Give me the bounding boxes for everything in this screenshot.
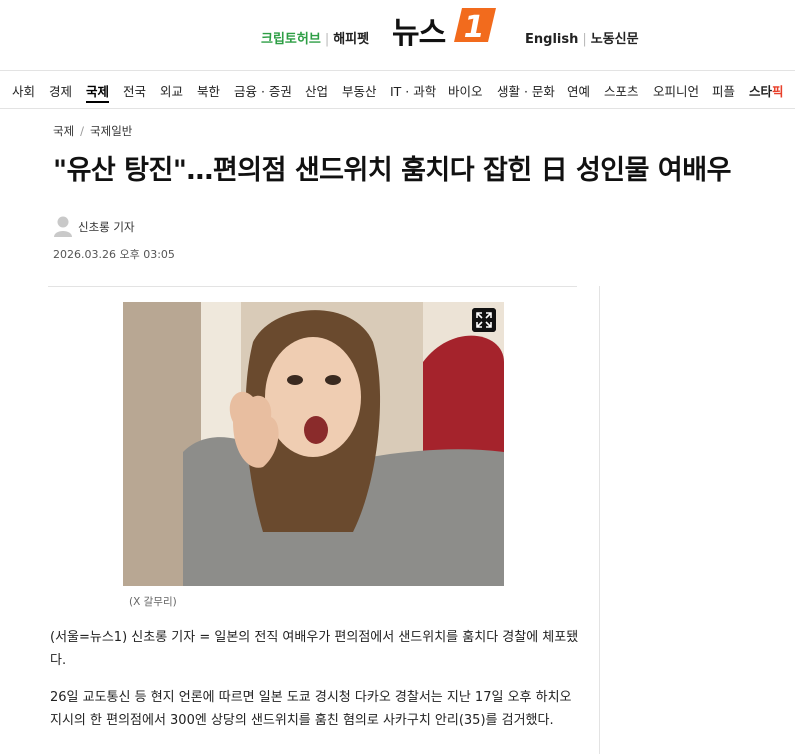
nav-item-north-korea[interactable]: 북한 [197,81,220,100]
nav-item-bio[interactable]: 바이오 [448,81,483,100]
breadcrumb-subsection[interactable]: 국제일반 [90,124,132,138]
article-paragraph: 26일 교도통신 등 현지 언론에 따르면 일본 도쿄 경시청 다카오 경찰서는… [50,690,572,728]
logo-badge-icon: 1 [454,8,496,44]
nav-item-real-estate[interactable]: 부동산 [342,81,377,100]
nav-item-society[interactable]: 사회 [12,81,35,100]
star-pick-suffix: 픽 [772,84,784,99]
author-avatar-icon [54,216,72,237]
nav-item-diplomacy[interactable]: 외교 [160,81,183,100]
article-title: "유산 탕진"…편의점 샌드위치 훔치다 잡힌 日 성인물 여배우 [53,155,731,186]
site-header: 크립토허브 | 해피펫 뉴스 1 English | 노동신문 [0,0,795,71]
nav-item-people[interactable]: 피플 [712,81,735,100]
crypto-hub-link[interactable]: 크립토허브 [261,32,321,47]
main-nav: 사회 경제 국제 전국 외교 북한 금융 · 증권 산업 부동산 IT · 과학… [0,70,795,109]
divider [48,286,577,287]
nav-item-finance[interactable]: 금융 · 증권 [234,81,292,100]
photo-caption: (X 갈무리) [129,596,177,608]
nav-item-it-science[interactable]: IT · 과학 [390,81,436,100]
nav-item-economy[interactable]: 경제 [49,81,72,100]
separator: | [324,32,330,47]
logo-badge-number: 1 [464,10,485,44]
site-logo[interactable]: 뉴스 1 [392,4,502,51]
nav-item-international[interactable]: 국제 [86,81,110,103]
star-pick-prefix: 스타 [749,84,773,99]
nav-item-entertainment[interactable]: 연예 [567,81,590,100]
nav-item-life-culture[interactable]: 생활 · 문화 [497,81,555,100]
nav-item-national[interactable]: 전국 [123,81,146,100]
nav-item-opinion[interactable]: 오피니언 [653,81,699,100]
breadcrumb: 국제 / 국제일반 [53,123,132,139]
nav-item-star-pick[interactable]: 스타픽 [749,81,784,100]
breadcrumb-separator: / [80,124,85,138]
logo-text: 뉴스 [392,16,446,51]
happy-pet-link[interactable]: 해피펫 [333,32,369,47]
breadcrumb-section[interactable]: 국제 [53,124,74,138]
rodong-sinmun-link[interactable]: 노동신문 [591,32,639,47]
expand-icon[interactable] [472,308,496,332]
header-right-links: English | 노동신문 [525,28,639,47]
header-left-links: 크립토허브 | 해피펫 [261,28,369,47]
article-paragraph: (서울=뉴스1) 신초롱 기자 = 일본의 전직 여배우가 편의점에서 샌드위치… [50,630,579,668]
separator: | [582,32,587,47]
nav-item-industry[interactable]: 산업 [305,81,328,100]
column-divider [599,286,600,754]
publish-date: 2026.03.26 오후 03:05 [53,248,175,261]
author-name: 신초롱 기자 [78,220,135,234]
english-link[interactable]: English [525,32,578,47]
photo-illustration [123,302,504,586]
nav-item-sports[interactable]: 스포츠 [604,81,639,100]
article-photo[interactable] [123,302,504,586]
